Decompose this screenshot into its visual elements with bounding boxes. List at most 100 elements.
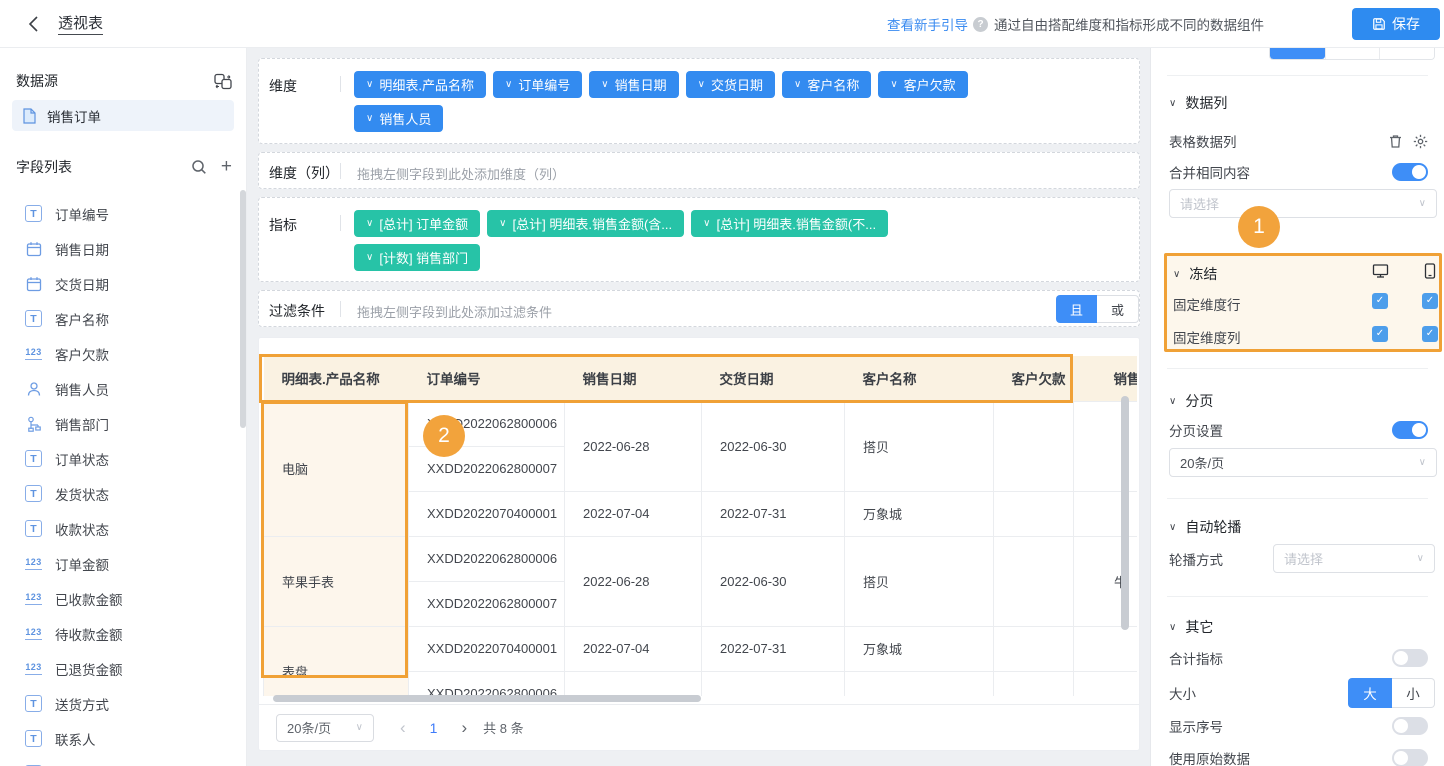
field-item-returned-amount[interactable]: 123已退货金额 bbox=[0, 651, 247, 686]
chevron-down-icon: ∨ bbox=[1419, 198, 1426, 209]
next-page-button[interactable]: › bbox=[461, 718, 467, 738]
cell-delivery-date bbox=[702, 671, 845, 696]
dimension-chip[interactable]: ∨客户名称 bbox=[782, 71, 871, 98]
section-other[interactable]: ∨ 其它 bbox=[1169, 618, 1213, 636]
cell-product: 苹果手表 bbox=[264, 536, 409, 626]
dimension-column-drop-zone[interactable]: 维度（列） 拖拽左侧字段到此处添加维度（列） bbox=[258, 152, 1140, 189]
tab-segment-active[interactable] bbox=[1270, 48, 1325, 59]
field-label: 订单状态 bbox=[55, 449, 109, 469]
section-carousel[interactable]: ∨ 自动轮播 bbox=[1169, 518, 1241, 536]
cell-order: XXDD2022062800006 bbox=[409, 671, 565, 696]
section-data-columns[interactable]: ∨ 数据列 bbox=[1169, 94, 1227, 112]
field-item-order-number[interactable]: T订单编号 bbox=[0, 196, 247, 231]
delete-icon[interactable] bbox=[1388, 134, 1403, 149]
table-vertical-scrollbar[interactable] bbox=[1121, 396, 1129, 630]
dimension-chip[interactable]: ∨明细表.产品名称 bbox=[354, 71, 486, 98]
field-item-contact[interactable]: T联系人 bbox=[0, 721, 247, 756]
fix-dimension-col-label: 固定维度列 bbox=[1173, 327, 1241, 347]
field-item-partial[interactable]: T bbox=[0, 756, 247, 766]
col-header-debt: 客户欠款 bbox=[994, 356, 1074, 401]
fix-dim-col-mobile-checkbox[interactable]: ✓ bbox=[1422, 326, 1438, 342]
size-large-button[interactable]: 大 bbox=[1348, 678, 1392, 708]
total-metric-toggle[interactable] bbox=[1392, 649, 1428, 667]
section-freeze[interactable]: ∨ 冻结 bbox=[1173, 264, 1217, 284]
merge-column-select[interactable]: 请选择 ∨ bbox=[1169, 189, 1437, 218]
toggle-knob bbox=[1394, 751, 1408, 765]
datasource-item[interactable]: 销售订单 bbox=[12, 100, 234, 131]
dimension-drop-zone[interactable]: 维度 ∨明细表.产品名称 ∨订单编号 ∨销售日期 ∨交货日期 ∨客户名称 ∨客户… bbox=[258, 58, 1140, 144]
fix-dim-col-desktop-checkbox[interactable]: ✓ bbox=[1372, 326, 1388, 342]
field-item-customer-name[interactable]: T客户名称 bbox=[0, 301, 247, 336]
guide-link[interactable]: 查看新手引导 bbox=[887, 14, 968, 34]
raw-data-row: 使用原始数据 bbox=[1169, 748, 1428, 766]
dimension-chip[interactable]: ∨客户欠款 bbox=[878, 71, 967, 98]
field-item-customer-debt[interactable]: 123客户欠款 bbox=[0, 336, 247, 371]
gear-icon[interactable] bbox=[1413, 134, 1428, 149]
page-title[interactable]: 透视表 bbox=[58, 12, 103, 35]
dimension-chip[interactable]: ∨订单编号 bbox=[493, 71, 582, 98]
metric-chip[interactable]: ∨[总计] 订单金额 bbox=[354, 210, 480, 237]
datasource-header: 数据源 bbox=[16, 72, 232, 90]
field-list: T订单编号 销售日期 交货日期 T客户名称 123客户欠款 销售人员 销售部门 … bbox=[0, 196, 247, 766]
metric-chip[interactable]: ∨[计数] 销售部门 bbox=[354, 244, 480, 271]
table-horizontal-scrollbar[interactable] bbox=[273, 695, 701, 702]
select-placeholder: 请选择 bbox=[1284, 549, 1323, 568]
add-field-icon[interactable]: + bbox=[221, 158, 232, 176]
metric-drop-zone[interactable]: 指标 ∨[总计] 订单金额 ∨[总计] 明细表.销售金额(含... ∨[总计] … bbox=[258, 197, 1140, 282]
back-button[interactable] bbox=[24, 14, 44, 34]
metric-chip[interactable]: ∨[总计] 明细表.销售金额(不... bbox=[691, 210, 888, 237]
sidebar-scrollbar[interactable] bbox=[240, 190, 246, 428]
field-item-delivery-method[interactable]: T送货方式 bbox=[0, 686, 247, 721]
tab-segment[interactable] bbox=[1325, 48, 1380, 59]
dimension-chip[interactable]: ∨销售日期 bbox=[589, 71, 678, 98]
save-button[interactable]: 保存 bbox=[1352, 8, 1440, 40]
dimension-chip[interactable]: ∨销售人员 bbox=[354, 105, 443, 132]
field-item-pending-amount[interactable]: 123待收款金额 bbox=[0, 616, 247, 651]
field-item-order-status[interactable]: T订单状态 bbox=[0, 441, 247, 476]
carousel-mode-select[interactable]: 请选择 ∨ bbox=[1273, 544, 1435, 573]
or-button[interactable]: 或 bbox=[1097, 295, 1139, 323]
and-button[interactable]: 且 bbox=[1056, 295, 1097, 323]
field-item-ship-status[interactable]: T发货状态 bbox=[0, 476, 247, 511]
switch-datasource-icon[interactable] bbox=[214, 73, 232, 90]
toggle-knob bbox=[1412, 423, 1426, 437]
cell-order: XXDD2022062800006 bbox=[409, 536, 565, 581]
section-pagination[interactable]: ∨ 分页 bbox=[1169, 392, 1213, 410]
panel-page-size-select[interactable]: 20条/页 ∨ bbox=[1169, 448, 1437, 477]
field-item-payment-status[interactable]: T收款状态 bbox=[0, 511, 247, 546]
chip-label: [总计] 明细表.销售金额(不... bbox=[716, 214, 876, 233]
field-item-order-amount[interactable]: 123订单金额 bbox=[0, 546, 247, 581]
field-label: 客户欠款 bbox=[55, 344, 109, 364]
size-small-button[interactable]: 小 bbox=[1392, 678, 1435, 708]
page-size-select[interactable]: 20条/页 ∨ bbox=[276, 714, 374, 742]
cell-product: 表盘 bbox=[264, 626, 409, 696]
person-field-icon bbox=[25, 380, 42, 397]
help-icon[interactable]: ? bbox=[973, 17, 988, 32]
filter-drop-zone[interactable]: 过滤条件 拖拽左侧字段到此处添加过滤条件 且 或 bbox=[258, 290, 1140, 327]
step-badge-1: 1 bbox=[1238, 206, 1280, 248]
chip-label: 订单编号 bbox=[518, 75, 570, 94]
tab-segment[interactable] bbox=[1379, 48, 1434, 59]
fix-dim-row-mobile-checkbox[interactable]: ✓ bbox=[1422, 293, 1438, 309]
merge-same-content-toggle[interactable] bbox=[1392, 163, 1428, 181]
show-index-toggle[interactable] bbox=[1392, 717, 1428, 735]
fix-dim-row-desktop-checkbox[interactable]: ✓ bbox=[1372, 293, 1388, 309]
number-field-icon: 123 bbox=[25, 555, 42, 572]
chip-label: [计数] 销售部门 bbox=[379, 248, 468, 267]
dimension-chip[interactable]: ∨交货日期 bbox=[686, 71, 775, 98]
field-item-sale-date[interactable]: 销售日期 bbox=[0, 231, 247, 266]
current-page[interactable]: 1 bbox=[430, 720, 438, 736]
cell-salesperson bbox=[1074, 671, 1138, 696]
field-item-received-amount[interactable]: 123已收款金额 bbox=[0, 581, 247, 616]
raw-data-toggle[interactable] bbox=[1392, 749, 1428, 766]
field-item-salesperson[interactable]: 销售人员 bbox=[0, 371, 247, 406]
pagination-setting-toggle[interactable] bbox=[1392, 421, 1428, 439]
field-item-sales-dept[interactable]: 销售部门 bbox=[0, 406, 247, 441]
section-title: 冻结 bbox=[1189, 264, 1217, 284]
search-icon[interactable] bbox=[191, 159, 207, 175]
field-item-delivery-date[interactable]: 交货日期 bbox=[0, 266, 247, 301]
metric-chip[interactable]: ∨[总计] 明细表.销售金额(含... bbox=[487, 210, 684, 237]
view-tabs-partial[interactable] bbox=[1269, 48, 1435, 60]
cell-sale-date: 2022-07-04 bbox=[565, 626, 702, 671]
prev-page-button[interactable]: ‹ bbox=[400, 718, 406, 738]
